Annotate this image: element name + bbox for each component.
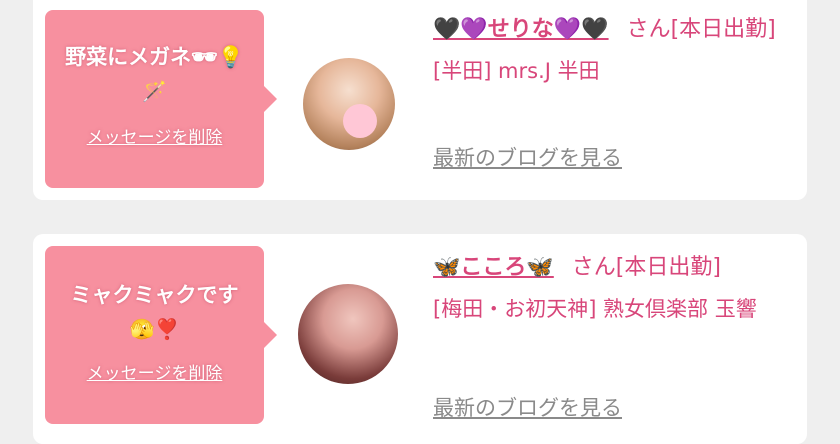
avatar[interactable]	[298, 284, 398, 384]
cast-info: 🖤💜せりな💜🖤 さん[本日出勤] [半田] mrs.J 半田 最新のブログを見る	[433, 12, 797, 170]
latest-blog-link[interactable]: 最新のブログを見る	[433, 142, 622, 172]
message-card: ミャクミャクです 🫣❣️ メッセージを削除 🦋こころ🦋 さん[本日出勤] [梅田・…	[33, 234, 807, 444]
status-label: さん[本日出勤]	[571, 255, 721, 280]
message-emoji: 🪄	[142, 79, 167, 103]
message-text: ミャクミャクです 🫣❣️	[70, 283, 239, 341]
cast-name-link[interactable]: 🖤💜せりな💜🖤	[433, 17, 609, 42]
cast-name-link[interactable]: 🦋こころ🦋	[433, 255, 554, 280]
latest-blog-link[interactable]: 最新のブログを見る	[433, 392, 622, 422]
message-bubble: ミャクミャクです 🫣❣️ メッセージを削除	[45, 246, 277, 424]
name-line: 🦋こころ🦋 さん[本日出勤]	[433, 250, 797, 286]
shop-name: [半田] mrs.J 半田	[433, 59, 600, 83]
avatar[interactable]	[303, 58, 395, 150]
name-line: 🖤💜せりな💜🖤 さん[本日出勤]	[433, 12, 797, 48]
delete-message-link[interactable]: メッセージを削除	[45, 359, 264, 384]
message-emoji: 🫣❣️	[129, 317, 180, 341]
delete-message-link[interactable]: メッセージを削除	[45, 123, 264, 148]
message-text: 野菜にメガネ🕶💡 🪄	[65, 45, 244, 103]
message-bubble: 野菜にメガネ🕶💡 🪄 メッセージを削除	[45, 10, 277, 188]
message-card: 野菜にメガネ🕶💡 🪄 メッセージを削除 🖤💜せりな💜🖤 さん[本日出勤] [半田]…	[33, 0, 807, 200]
cast-info: 🦋こころ🦋 さん[本日出勤] [梅田・お初天神] 熟女倶楽部 玉響 最新のブログを…	[433, 250, 797, 420]
status-label: さん[本日出勤]	[626, 17, 776, 42]
face-blur-mask	[343, 104, 377, 138]
shop-name: [梅田・お初天神] 熟女倶楽部 玉響	[433, 297, 757, 321]
